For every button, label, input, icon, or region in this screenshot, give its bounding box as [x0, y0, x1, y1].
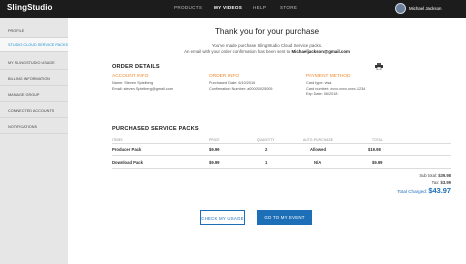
column-header-price: PRICE [209, 138, 220, 142]
purchased-packs-heading: PURCHASED SERVICE PACKS [112, 126, 199, 132]
row-divider [112, 155, 451, 156]
row-1-price: $9.99 [209, 147, 220, 152]
confirmation-email: Michaeljackson@gmail.com [291, 49, 350, 54]
order-details-heading: ORDER DETAILS [112, 64, 160, 70]
printer-icon[interactable] [375, 63, 383, 70]
top-nav-bar: SlingStudio PRODUCTS MY VIDEOS HELP STOR… [0, 0, 466, 18]
go-to-my-event-button[interactable]: GO TO MY EVENT [257, 210, 312, 225]
account-info-heading: ACCOUNT INFO [112, 74, 149, 79]
nav-my-videos[interactable]: MY VIDEOS [214, 5, 242, 10]
nav-help[interactable]: HELP [253, 5, 266, 10]
subtotal-label: Sub total: [419, 173, 438, 178]
sidebar-item-billing-information[interactable]: BILLING INFORMATION [0, 72, 68, 86]
tax-label: Tax: [431, 180, 440, 185]
total-charged: Total Charged: $43.97 [397, 186, 451, 195]
row-2-price: $9.99 [209, 160, 220, 165]
user-name[interactable]: Michael Jackson [409, 6, 441, 11]
sidebar-item-studio-cloud-service-packs[interactable]: STUDIO CLOUD SERVICE PACKS [0, 38, 68, 52]
payment-method: PAYMENT METHOD Card type: visa Card numb… [306, 74, 365, 98]
order-info-heading: ORDER INFO [209, 74, 240, 79]
total-value: $43.97 [428, 186, 451, 195]
row-1-total: $19.98 [368, 147, 381, 152]
nav-products[interactable]: PRODUCTS [174, 5, 202, 10]
sidebar-item-connected-accounts[interactable]: CONNECTED ACCOUNTS [0, 104, 68, 118]
confirmation-number: Confirmation Number: a00000025005 [209, 86, 273, 91]
email-confirmation-message: An email with your order confirmation ha… [68, 49, 466, 54]
subtotal: Sub total: $39.98 [419, 173, 451, 178]
column-header-total: TOTAL [372, 138, 383, 142]
sidebar-item-my-slingstudio-usage[interactable]: MY SLINGSTUDIO USAGE [0, 56, 68, 70]
logo-part-1: Sling [7, 3, 28, 12]
order-info: ORDER INFO Purchased Date: 6/10/2016 Con… [209, 74, 273, 92]
table-divider [112, 143, 451, 144]
row-divider [112, 168, 451, 169]
avatar[interactable] [395, 3, 406, 14]
row-2-item: Download Pack [112, 160, 143, 165]
sidebar-item-manage-group[interactable]: MANAGE GROUP [0, 88, 68, 102]
total-label: Total Charged: [397, 189, 428, 194]
row-1-item: Producer Pack [112, 147, 142, 152]
row-1-auto-purchase: Allowed [310, 147, 327, 152]
slingstudio-logo[interactable]: SlingStudio [7, 3, 53, 12]
tax-value: $3.99 [440, 180, 451, 185]
row-2-quantity: 1 [265, 160, 268, 165]
payment-method-heading: PAYMENT METHOD [306, 74, 351, 79]
row-2-total: $9.99 [372, 160, 383, 165]
page-title: Thank you for your purchase [214, 27, 320, 36]
logo-part-2: Studio [27, 3, 53, 12]
sidebar-item-profile[interactable]: PROFILE [0, 24, 68, 38]
sidebar: PROFILE STUDIO CLOUD SERVICE PACKS MY SL… [0, 18, 68, 264]
sidebar-item-notifications[interactable]: NOTIFICATIONS [0, 120, 68, 134]
exp-date: Exp Date: 06/2018 [306, 92, 338, 97]
main-content: Thank you for your purchase You've made … [68, 18, 466, 264]
account-email: Email: steven.Spielberg@gmail.com [112, 86, 174, 91]
row-2-auto-purchase: N/A [314, 160, 322, 165]
tax: Tax: $3.99 [432, 180, 451, 185]
row-1-quantity: 2 [265, 147, 268, 152]
account-info: ACCOUNT INFO Name: Steven Spielberg Emai… [112, 74, 173, 92]
column-header-auto-purchase: AUTO-PURCHASE [303, 138, 334, 142]
column-header-items: ITEMS [112, 138, 123, 142]
email-message-prefix: An email with your order confirmation ha… [184, 49, 291, 54]
subtotal-value: $39.98 [438, 173, 451, 178]
nav-store[interactable]: STORE [280, 5, 297, 10]
check-my-usage-button[interactable]: CHECK MY USAGE [200, 210, 245, 225]
purchase-message: You've made purchase SlingStudio Cloud S… [211, 43, 323, 48]
column-header-quantity: QUANTITY [257, 138, 275, 142]
